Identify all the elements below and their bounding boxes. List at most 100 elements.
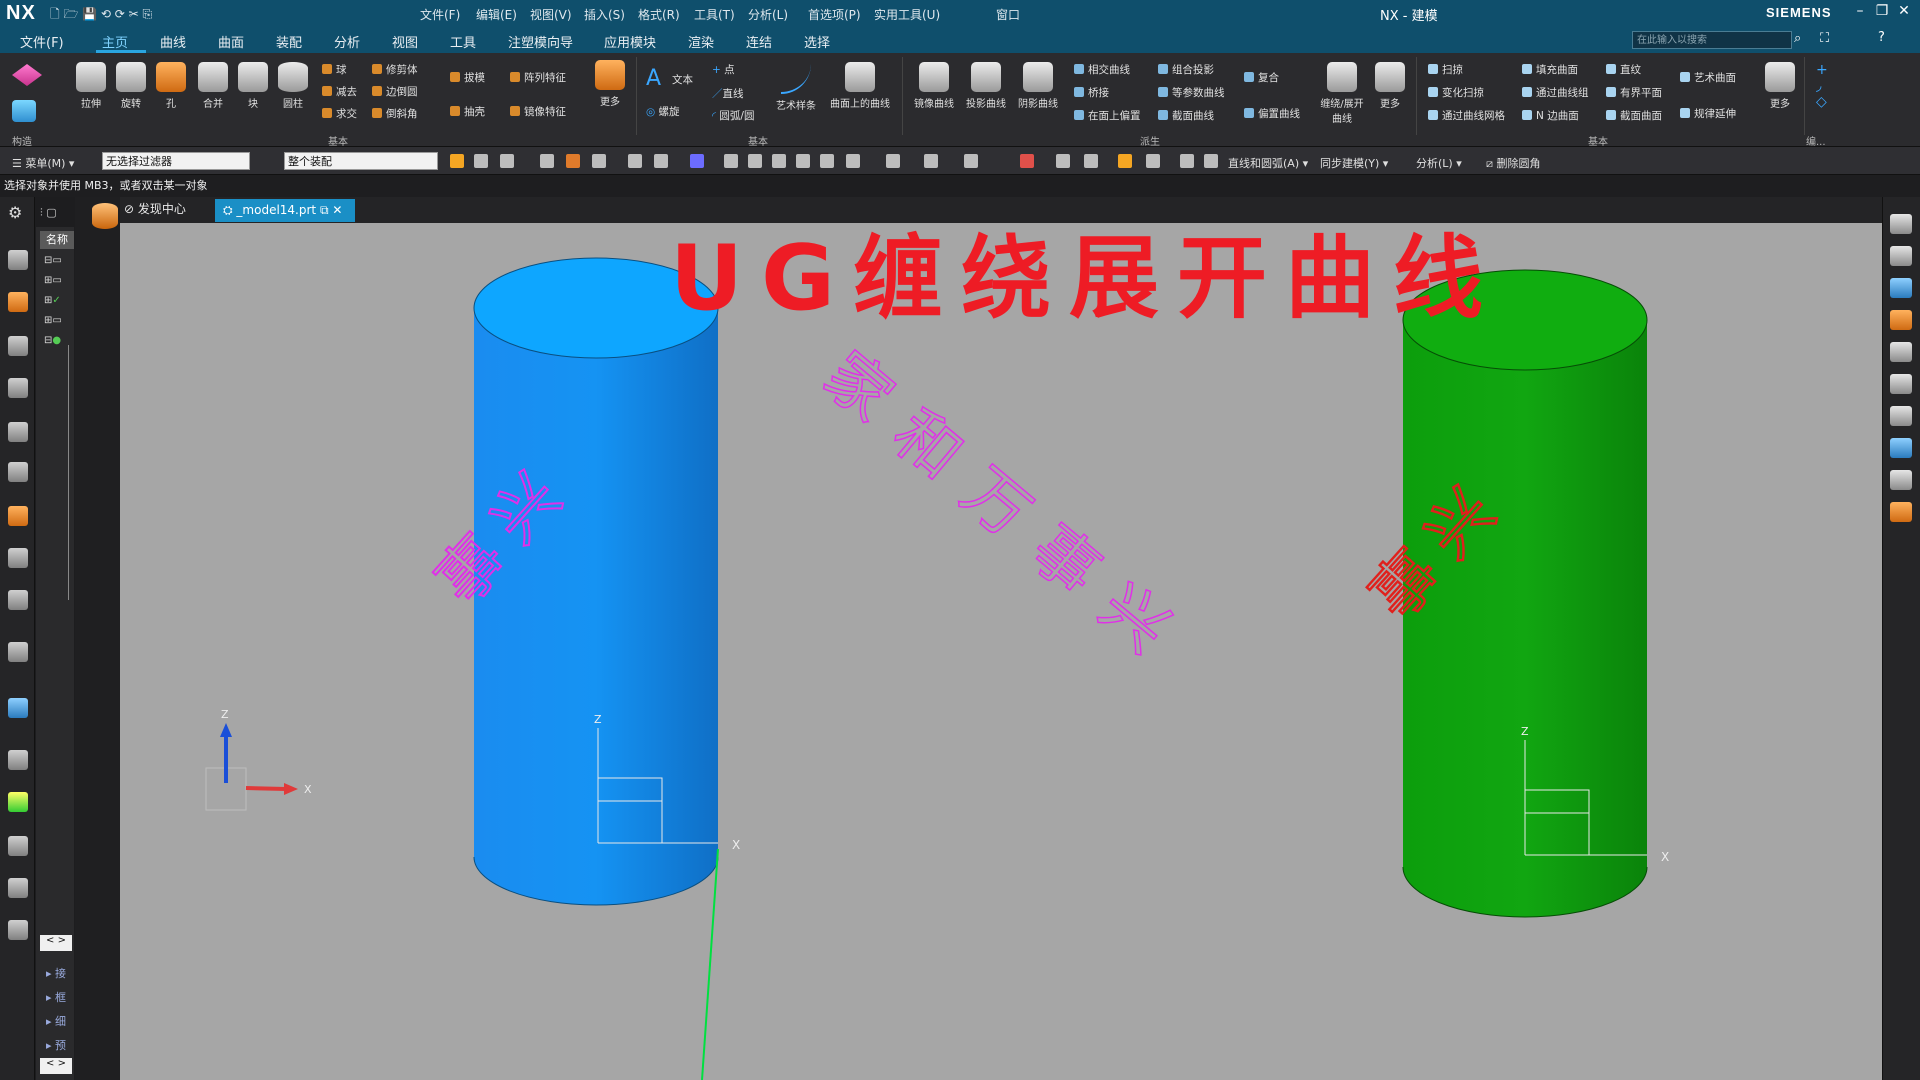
toolbar-icon[interactable] (540, 154, 554, 168)
tree-node[interactable]: ⊞▭ (44, 275, 62, 286)
bounded-plane-button[interactable]: 有界平面 (1606, 85, 1662, 100)
bridge-button[interactable]: 桥接 (1074, 85, 1109, 100)
tab-model-part[interactable]: ⛭ _model14.prt ⧉ ✕ (215, 199, 355, 222)
tab-analysis[interactable]: 分析 (334, 32, 360, 51)
settings-icon[interactable]: ⚙ (8, 203, 22, 222)
view-icon[interactable] (1890, 278, 1912, 298)
tab-render[interactable]: 渲染 (688, 32, 714, 51)
panel-expander-preview[interactable]: ▸ 预 (46, 1037, 66, 1053)
roles-icon[interactable] (8, 422, 28, 442)
n-sided-surface-button[interactable]: N 边曲面 (1522, 108, 1579, 123)
tab-view[interactable]: 视图 (392, 32, 418, 51)
delete-face-button[interactable]: ⧄ 删除圆角 (1486, 155, 1541, 171)
tree-node[interactable]: ⊟● (44, 335, 61, 346)
qa-menu-utilities[interactable]: 实用工具(U) (874, 6, 940, 23)
history-icon[interactable] (8, 750, 28, 770)
extrude-button[interactable]: 拉伸 (73, 62, 109, 110)
more-derived-button[interactable]: 更多 (1372, 62, 1408, 110)
offset-curve-button[interactable]: 偏置曲线 (1244, 106, 1300, 121)
intersect-button[interactable]: 求交 (322, 106, 357, 121)
analysis-button[interactable]: 分析(L) ▾ (1416, 155, 1462, 171)
tool-icon[interactable] (8, 920, 28, 940)
synchronous-modeling-button[interactable]: 同步建模(Y) ▾ (1320, 155, 1388, 171)
edge-blend-button[interactable]: 边倒圆 (372, 84, 418, 99)
qa-menu-edit[interactable]: 编辑(E) (476, 6, 517, 23)
composite-curve-button[interactable]: 复合 (1244, 70, 1279, 85)
toolbar-icon[interactable] (964, 154, 978, 168)
select-icon[interactable] (450, 154, 464, 168)
navigator-pin-icon[interactable]: ⫶ ▢ (40, 206, 57, 220)
hole-button[interactable]: 孔 (153, 62, 189, 110)
project-curve-button[interactable]: 投影曲线 (962, 62, 1010, 110)
line-button[interactable]: ／直线 (712, 86, 744, 101)
sphere-button[interactable]: 球 (322, 62, 347, 77)
law-extension-button[interactable]: 规律延伸 (1680, 106, 1736, 121)
qa-menu-analysis[interactable]: 分析(L) (748, 6, 788, 23)
tab-file[interactable]: 文件(F) (20, 32, 64, 51)
toolbar-icon[interactable] (1020, 154, 1034, 168)
mirror-curve-button[interactable]: 镜像曲线 (910, 62, 958, 110)
search-input[interactable]: 在此输入以搜索 (1632, 31, 1792, 49)
pattern-feature-button[interactable]: 阵列特征 (510, 70, 566, 85)
tab-surface[interactable]: 曲面 (218, 32, 244, 51)
toolbar-icon[interactable] (1084, 154, 1098, 168)
isoparametric-curve-button[interactable]: 等参数曲线 (1158, 85, 1225, 100)
help-icon[interactable]: ? (1878, 30, 1885, 45)
maximize-icon[interactable]: ❐ (1872, 3, 1892, 23)
text-icon[interactable]: A (646, 66, 661, 91)
tree-node[interactable]: ⊞✓ (44, 295, 61, 306)
tab-tools[interactable]: 工具 (450, 32, 476, 51)
fill-surface-button[interactable]: 填充曲面 (1522, 62, 1578, 77)
wrap-unwrap-curve-button[interactable]: 缠绕/展开曲线 (1316, 62, 1368, 125)
toolbar-icon[interactable] (772, 154, 786, 168)
text-button[interactable]: 文本 (672, 72, 693, 87)
toolbar-icon[interactable] (724, 154, 738, 168)
toolbar-icon[interactable] (1180, 154, 1194, 168)
variational-sweep-button[interactable]: 变化扫掠 (1428, 85, 1484, 100)
system-materials-icon[interactable] (8, 698, 28, 718)
view-icon[interactable] (1890, 342, 1912, 362)
toolbar-icon[interactable] (690, 154, 704, 168)
toolbar-icon[interactable] (1056, 154, 1070, 168)
flat-text-curves[interactable]: 家和万事兴 (809, 338, 1203, 685)
studio-spline-button[interactable]: 艺术样条 (772, 62, 820, 112)
close-icon[interactable]: ✕ (1894, 3, 1914, 23)
block-button[interactable]: 块 (235, 62, 271, 110)
revolve-button[interactable]: 旋转 (113, 62, 149, 110)
panel-expander-detail[interactable]: ▸ 细 (46, 1013, 66, 1029)
assembly-navigator-icon[interactable] (8, 292, 28, 312)
point-button[interactable]: + 点 (712, 62, 735, 77)
through-curves-button[interactable]: 通过曲线组 (1522, 85, 1589, 100)
hide-icon[interactable] (1890, 470, 1912, 490)
section-curve-button[interactable]: 截面曲线 (1158, 108, 1214, 123)
tree-node[interactable]: ⊞▭ (44, 315, 62, 326)
intersection-curve-button[interactable]: 相交曲线 (1074, 62, 1130, 77)
toolbar-icon[interactable] (474, 154, 488, 168)
qa-menu-format[interactable]: 格式(R) (638, 6, 680, 23)
tab-mold-wizard[interactable]: 注塑模向导 (508, 32, 573, 51)
panel-resize-button[interactable]: < > (40, 935, 72, 951)
subtract-button[interactable]: 减去 (322, 84, 357, 99)
helix-button[interactable]: ◎ 螺旋 (646, 104, 680, 119)
view-icon[interactable] (1890, 310, 1912, 330)
blue-cylinder-body[interactable] (474, 308, 718, 905)
more-features-button[interactable]: 更多 (592, 60, 628, 108)
toolbar-icon[interactable] (1146, 154, 1160, 168)
tab-select[interactable]: 选择 (804, 32, 830, 51)
toolbar-icon[interactable] (628, 154, 642, 168)
tool-icon[interactable] (8, 836, 28, 856)
minimize-icon[interactable]: – (1850, 3, 1870, 23)
menu-button[interactable]: ☰ 菜单(M) ▾ (12, 155, 74, 171)
measure-icon[interactable] (1890, 374, 1912, 394)
toolbar-icon[interactable] (566, 154, 580, 168)
shell-button[interactable]: 抽壳 (450, 104, 485, 119)
selection-scope-select[interactable]: 整个装配 (284, 152, 438, 170)
tab-discovery-center[interactable]: ⊘ 发现中心 (124, 200, 186, 217)
color-icon[interactable] (8, 792, 28, 812)
toolbar-icon[interactable] (748, 154, 762, 168)
toolbar-icon[interactable] (1118, 154, 1132, 168)
fullscreen-icon[interactable]: ⛶ (1820, 31, 1829, 46)
combined-projection-button[interactable]: 组合投影 (1158, 62, 1214, 77)
studio-surface-button[interactable]: 艺术曲面 (1680, 70, 1736, 85)
trim-body-button[interactable]: 修剪体 (372, 62, 418, 77)
